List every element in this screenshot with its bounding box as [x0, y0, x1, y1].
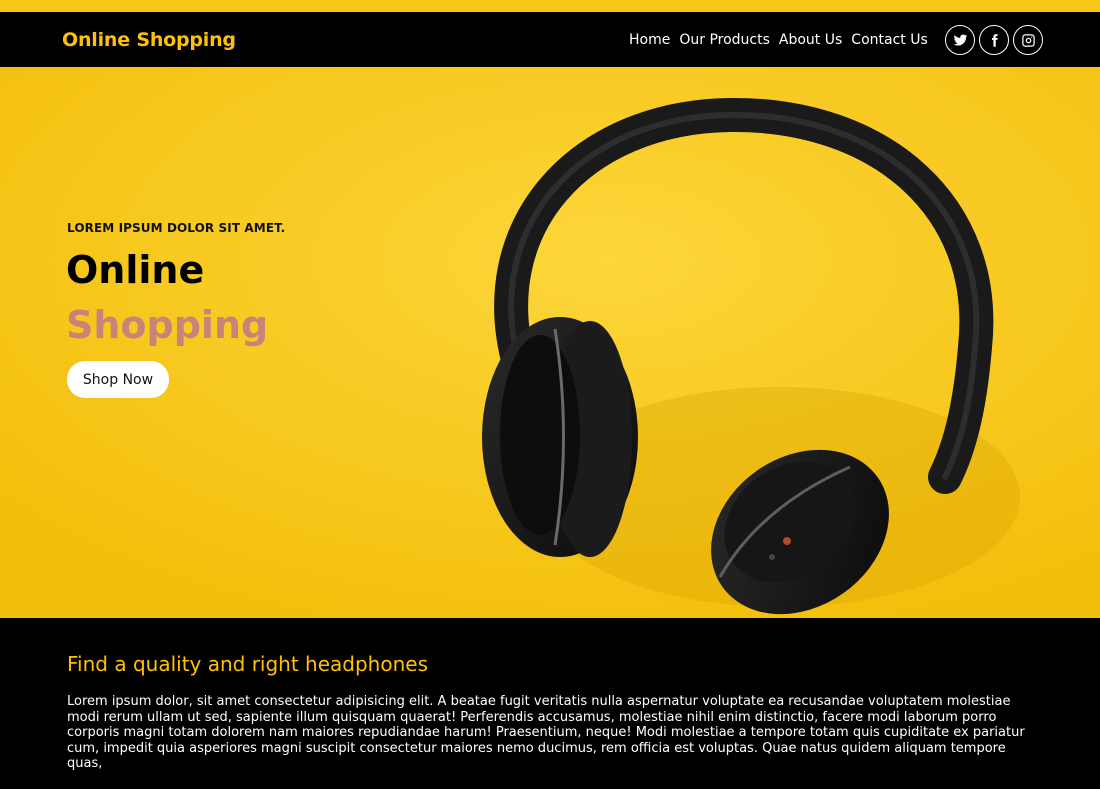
shop-now-button[interactable]: Shop Now — [67, 361, 169, 398]
hero-title-line2: Shopping — [66, 303, 269, 347]
navbar: Online Shopping Home Our Products About … — [0, 12, 1100, 67]
info-section: Find a quality and right headphones Lore… — [0, 618, 1100, 789]
nav-link-home[interactable]: Home — [629, 32, 670, 48]
instagram-icon[interactable] — [1013, 25, 1043, 55]
top-accent-strip — [0, 0, 1100, 12]
hero-title-line1: Online — [66, 248, 205, 292]
hero-banner: LOREM IPSUM DOLOR SIT AMET. Online Shopp… — [0, 67, 1100, 618]
social-links — [945, 25, 1043, 55]
facebook-icon[interactable] — [979, 25, 1009, 55]
nav-link-products[interactable]: Our Products — [679, 32, 770, 48]
nav-link-about[interactable]: About Us — [779, 32, 842, 48]
nav-link-contact[interactable]: Contact Us — [851, 32, 927, 48]
section-heading: Find a quality and right headphones — [67, 652, 428, 676]
hero-kicker: LOREM IPSUM DOLOR SIT AMET. — [67, 221, 286, 235]
twitter-icon[interactable] — [945, 25, 975, 55]
brand-logo[interactable]: Online Shopping — [62, 29, 236, 51]
section-body: Lorem ipsum dolor, sit amet consectetur … — [67, 694, 1025, 771]
nav-menu: Home Our Products About Us Contact Us — [629, 32, 928, 48]
